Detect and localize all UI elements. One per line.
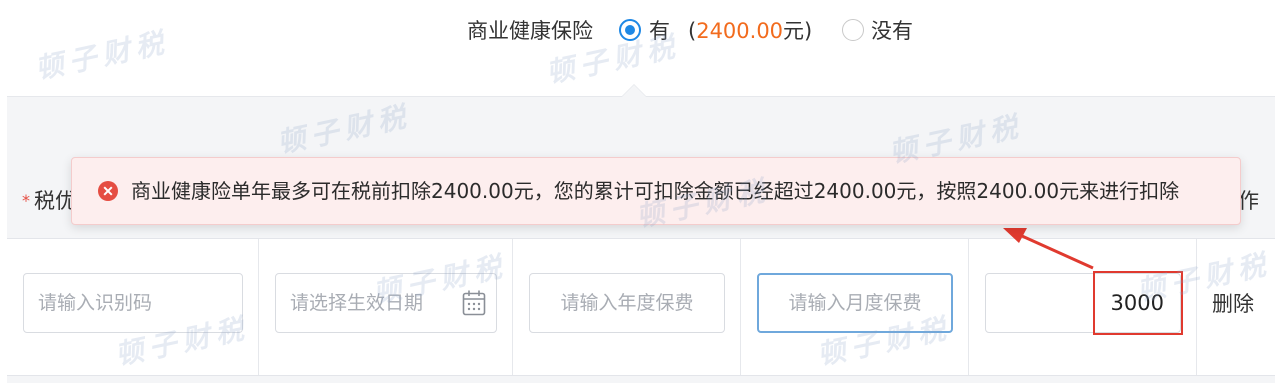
radio-no-label[interactable]: 没有 xyxy=(871,17,913,45)
id-code-input[interactable] xyxy=(24,274,242,332)
annual-premium-field xyxy=(529,273,725,333)
monthly-premium-field xyxy=(757,273,953,333)
column-divider xyxy=(968,239,969,375)
radio-yes-label[interactable]: 有 xyxy=(649,17,670,45)
effective-date-field xyxy=(275,273,497,333)
insurance-label: 商业健康保险 xyxy=(467,19,593,43)
id-code-field xyxy=(23,273,243,333)
error-icon xyxy=(98,181,118,201)
amount-open-paren: ( xyxy=(688,19,697,43)
column-divider xyxy=(258,239,259,375)
required-mark: * xyxy=(22,191,30,210)
deduction-amount-input[interactable] xyxy=(986,274,1180,332)
radio-yes[interactable] xyxy=(619,19,641,41)
amount-unit: 元) xyxy=(783,19,813,43)
table-header-tax-code: * 税优 xyxy=(22,187,76,215)
table-header-actions: 作 xyxy=(1238,189,1259,213)
insurance-option-row: 商业健康保险 有 (2400.00元) 没有 xyxy=(0,0,1282,64)
deduction-amount-field xyxy=(985,273,1181,333)
monthly-premium-input[interactable] xyxy=(759,275,951,331)
insurance-amount: (2400.00元) xyxy=(688,17,812,45)
column-divider xyxy=(1196,239,1197,375)
radio-no[interactable] xyxy=(842,19,864,41)
annual-premium-input[interactable] xyxy=(530,274,724,332)
column-divider xyxy=(740,239,741,375)
calendar-icon[interactable] xyxy=(462,289,486,317)
amount-value: 2400.00 xyxy=(696,19,784,43)
table-header-tax-code-label: 税优 xyxy=(34,189,76,213)
error-alert: 商业健康险单年最多可在税前扣除2400.00元，您的累计可扣除金额已经超过240… xyxy=(71,157,1241,225)
error-alert-message: 商业健康险单年最多可在税前扣除2400.00元，您的累计可扣除金额已经超过240… xyxy=(131,179,1180,203)
column-divider xyxy=(512,239,513,375)
panel-pointer xyxy=(621,84,647,97)
delete-button[interactable]: 删除 xyxy=(1212,290,1254,318)
